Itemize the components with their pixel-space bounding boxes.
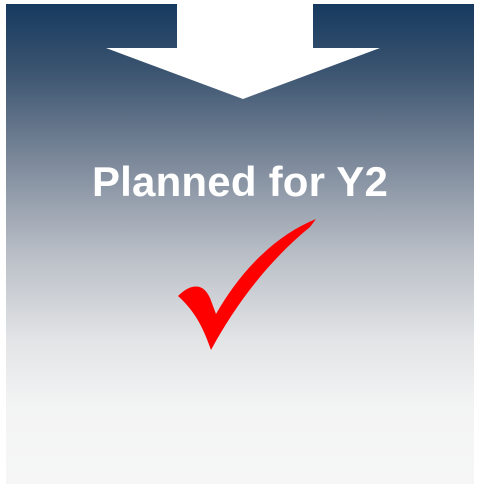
checkmark-icon [178, 219, 316, 350]
slide-canvas: Planned for Y2 [0, 0, 480, 488]
